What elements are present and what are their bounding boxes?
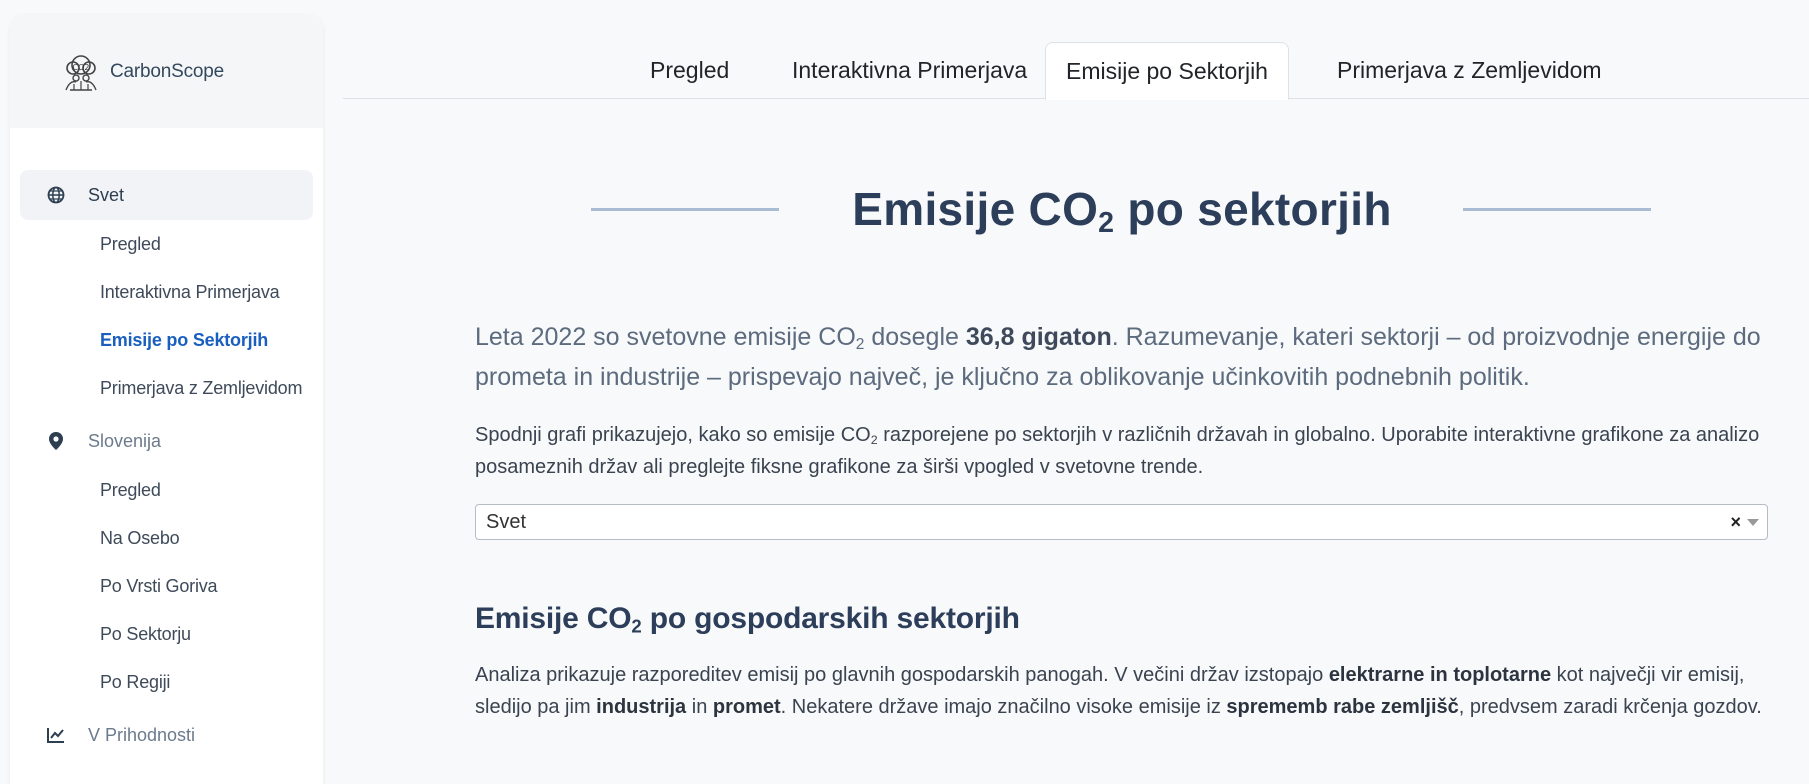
chart-line-icon (46, 725, 66, 745)
sidebar-item-pregled[interactable]: Pregled (10, 220, 323, 268)
sidebar: CO2 CarbonScope Svet Pregled Interaktivn… (10, 15, 323, 784)
country-select[interactable]: Svet × (475, 504, 1768, 540)
section-title: Emisije CO2 po gospodarskih sektorjih (475, 602, 1020, 637)
brand-name: CarbonScope (110, 60, 224, 82)
sidebar-item-interaktivna-primerjava[interactable]: Interaktivna Primerjava (10, 268, 323, 316)
tab-emisije-po-sektorjih[interactable]: Emisije po Sektorjih (1045, 42, 1289, 100)
chevron-down-icon[interactable] (1747, 518, 1759, 526)
sidebar-group-label: Svet (88, 184, 125, 205)
sidebar-item-po-regiji[interactable]: Po Regiji (10, 658, 323, 706)
page-title: Emisije CO2 po sektorjih (852, 183, 1392, 240)
tab-pregled[interactable]: Pregled (630, 42, 749, 99)
sidebar-item-na-osebo[interactable]: Na Osebo (10, 514, 323, 562)
carbonscope-logo-icon: CO2 (65, 54, 97, 91)
sidebar-item-primerjava-z-zemljevidom[interactable]: Primerjava z Zemljevidom (10, 364, 323, 412)
sidebar-nav: Svet Pregled Interaktivna Primerjava Emi… (10, 128, 323, 760)
sidebar-item-po-sektorju[interactable]: Po Sektorju (10, 610, 323, 658)
sidebar-group-v-prihodnosti[interactable]: V Prihodnosti (20, 710, 313, 760)
clear-selection-icon[interactable]: × (1730, 512, 1741, 533)
sidebar-group-label: V Prihodnosti (88, 724, 196, 745)
tab-primerjava-z-zemljevidom[interactable]: Primerjava z Zemljevidom (1317, 42, 1622, 99)
description-paragraph: Spodnji grafi prikazujejo, kako so emisi… (475, 424, 1760, 478)
page-title-row: Emisije CO2 po sektorjih (475, 179, 1769, 239)
lead-paragraph: Leta 2022 so svetovne emisije CO2 dosegl… (475, 323, 1761, 391)
globe-icon (46, 185, 66, 205)
country-select-value: Svet (486, 510, 527, 533)
sidebar-item-emisije-po-sektorjih[interactable]: Emisije po Sektorjih (10, 316, 323, 364)
sidebar-group-svet[interactable]: Svet (20, 170, 313, 220)
sidebar-item-slo-pregled[interactable]: Pregled (10, 466, 323, 514)
tab-interaktivna-primerjava[interactable]: Interaktivna Primerjava (772, 42, 1047, 99)
tab-bar: Pregled Interaktivna Primerjava Emisije … (343, 0, 1809, 100)
sidebar-item-po-vrsti-goriva[interactable]: Po Vrsti Goriva (10, 562, 323, 610)
sidebar-group-slovenija[interactable]: Slovenija (20, 416, 313, 466)
map-pin-icon (46, 431, 66, 451)
brand[interactable]: CO2 CarbonScope (10, 15, 323, 128)
svg-text:CO2: CO2 (73, 63, 90, 72)
section-paragraph: Analiza prikazuje razporeditev emisij po… (475, 664, 1762, 718)
sidebar-group-label: Slovenija (88, 430, 162, 451)
